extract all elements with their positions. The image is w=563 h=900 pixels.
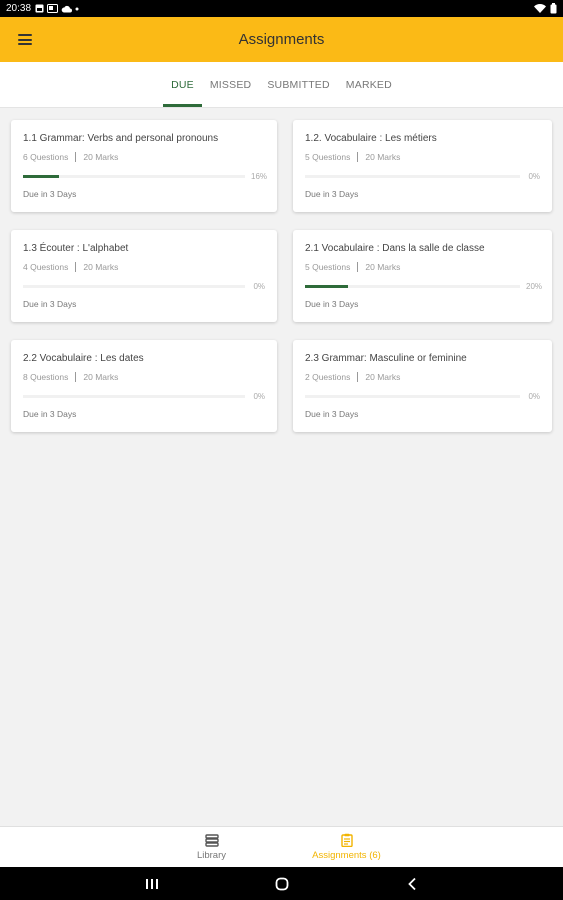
progress-fill	[305, 285, 348, 288]
progress-row: 0%	[305, 392, 540, 401]
due-label: Due in 3 Days	[23, 409, 77, 419]
assignment-title: 2.2 Vocabulaire : Les dates	[23, 353, 144, 364]
status-bar: 20:38	[0, 0, 563, 17]
progress-bar	[305, 395, 520, 398]
bottom-nav: Library Assignments (6)	[0, 826, 563, 867]
page-title: Assignments	[238, 31, 325, 48]
progress-bar	[23, 175, 245, 178]
assignment-title: 2.1 Vocabulaire : Dans la salle de class…	[305, 243, 485, 254]
due-label: Due in 3 Days	[23, 189, 77, 199]
progress-percent: 0%	[528, 172, 540, 181]
due-label: Due in 3 Days	[305, 189, 359, 199]
progress-percent: 0%	[253, 392, 265, 401]
mark-count: 20 Marks	[365, 152, 401, 162]
status-time: 20:38	[6, 3, 32, 14]
due-label: Due in 3 Days	[305, 409, 359, 419]
meta-divider	[75, 152, 77, 162]
progress-bar	[305, 285, 520, 288]
question-count: 2 Questions	[305, 372, 351, 382]
assignment-title: 1.1 Grammar: Verbs and personal pronouns	[23, 133, 219, 144]
question-count: 5 Questions	[305, 262, 351, 272]
cast-icon	[47, 4, 59, 13]
wifi-icon	[534, 4, 546, 13]
tab-missed[interactable]: MISSED	[202, 62, 259, 107]
tab-submitted[interactable]: SUBMITTED	[259, 62, 337, 107]
progress-bar	[23, 395, 245, 398]
nav-library-label: Library	[196, 849, 227, 861]
progress-percent: 16%	[251, 172, 268, 181]
assignment-card[interactable]: 1.1 Grammar: Verbs and personal pronouns…	[11, 120, 277, 212]
home-icon[interactable]	[272, 874, 292, 894]
app-bar: Assignments	[0, 17, 563, 62]
assignment-meta: 5 Questions 20 Marks	[305, 262, 540, 272]
meta-divider	[357, 372, 359, 382]
recent-apps-icon[interactable]	[142, 874, 162, 894]
tab-due[interactable]: DUE	[163, 62, 202, 107]
assignment-title: 1.3 Écouter : L'alphabet	[23, 243, 129, 254]
system-nav-bar	[0, 867, 563, 900]
tab-marked[interactable]: MARKED	[338, 62, 400, 107]
mark-count: 20 Marks	[83, 372, 119, 382]
meta-divider	[357, 262, 359, 272]
progress-row: 20%	[305, 282, 543, 291]
assignment-card[interactable]: 2.2 Vocabulaire : Les dates 8 Questions …	[11, 340, 277, 432]
progress-percent: 0%	[528, 392, 540, 401]
assignment-title: 1.2. Vocabulaire : Les métiers	[305, 133, 437, 144]
assignment-card[interactable]: 1.3 Écouter : L'alphabet 4 Questions 20 …	[11, 230, 277, 322]
assignment-card[interactable]: 2.3 Grammar: Masculine or feminine 2 Que…	[293, 340, 552, 432]
question-count: 4 Questions	[23, 262, 69, 272]
assignment-meta: 4 Questions 20 Marks	[23, 262, 265, 272]
question-count: 6 Questions	[23, 152, 69, 162]
assignment-card[interactable]: 1.2. Vocabulaire : Les métiers 5 Questio…	[293, 120, 552, 212]
menu-icon[interactable]	[18, 34, 32, 45]
cloud-icon	[61, 5, 73, 12]
gallery-icon	[35, 4, 44, 13]
progress-row: 0%	[23, 392, 265, 401]
assignment-meta: 6 Questions 20 Marks	[23, 152, 265, 162]
nav-assignments-label: Assignments (6)	[312, 850, 381, 861]
assignment-meta: 2 Questions 20 Marks	[305, 372, 540, 382]
progress-bar	[305, 175, 520, 178]
progress-bar	[23, 285, 245, 288]
progress-percent: 0%	[253, 282, 265, 291]
mark-count: 20 Marks	[83, 152, 119, 162]
progress-percent: 20%	[526, 282, 543, 291]
meta-divider	[75, 372, 77, 382]
due-label: Due in 3 Days	[305, 299, 359, 309]
battery-icon	[550, 3, 557, 14]
progress-fill	[23, 175, 59, 178]
due-label: Due in 3 Days	[23, 299, 77, 309]
assignment-grid: 1.1 Grammar: Verbs and personal pronouns…	[11, 120, 553, 432]
back-icon[interactable]	[402, 874, 422, 894]
tab-bar: DUE MISSED SUBMITTED MARKED	[0, 62, 563, 108]
progress-row: 0%	[23, 282, 265, 291]
clipboard-icon	[340, 833, 353, 847]
nav-library[interactable]: Library	[172, 827, 252, 867]
library-icon	[204, 833, 219, 847]
meta-divider	[357, 152, 359, 162]
assignment-meta: 8 Questions 20 Marks	[23, 372, 265, 382]
progress-row: 0%	[305, 172, 540, 181]
nav-assignments[interactable]: Assignments (6)	[302, 827, 392, 867]
question-count: 8 Questions	[23, 372, 69, 382]
mark-count: 20 Marks	[365, 262, 401, 272]
dot-icon	[75, 7, 79, 10]
assignment-card[interactable]: 2.1 Vocabulaire : Dans la salle de class…	[293, 230, 552, 322]
assignment-meta: 5 Questions 20 Marks	[305, 152, 540, 162]
progress-row: 16%	[23, 172, 268, 181]
mark-count: 20 Marks	[365, 372, 401, 382]
mark-count: 20 Marks	[83, 262, 119, 272]
question-count: 5 Questions	[305, 152, 351, 162]
assignment-title: 2.3 Grammar: Masculine or feminine	[305, 353, 467, 364]
meta-divider	[75, 262, 77, 272]
